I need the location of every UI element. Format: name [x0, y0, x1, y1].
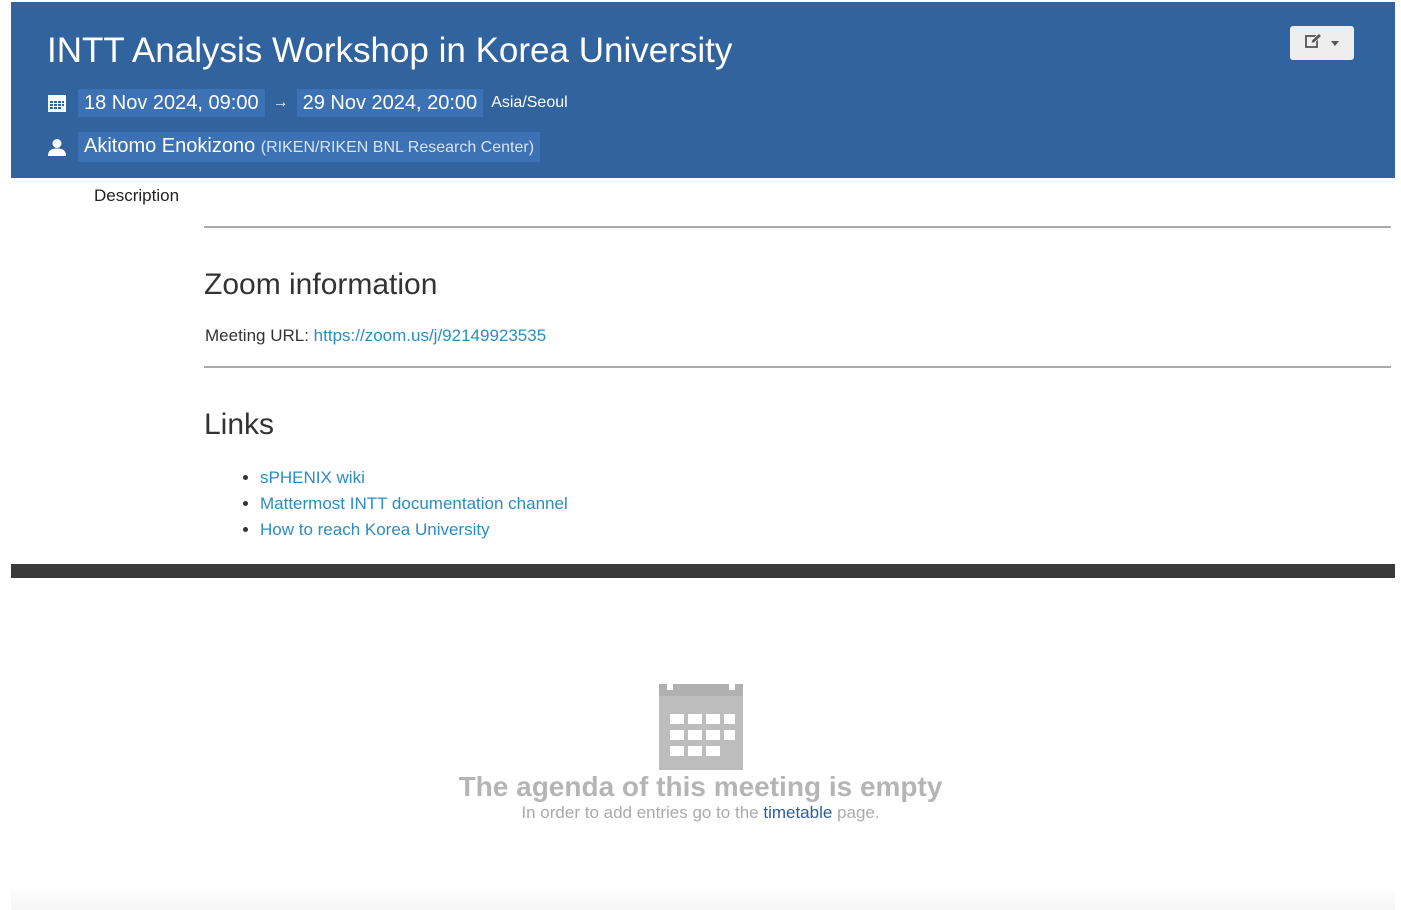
- zoom-heading: Zoom information: [204, 268, 438, 301]
- footer: [11, 885, 1395, 910]
- edit-button[interactable]: [1290, 26, 1354, 60]
- start-date: 18 Nov 2024, 09:00: [78, 89, 265, 117]
- meeting-url-link[interactable]: https://zoom.us/j/92149923535: [314, 326, 547, 345]
- empty-agenda-title: The agenda of this meeting is empty: [458, 771, 943, 802]
- timetable-link[interactable]: timetable: [763, 803, 832, 822]
- timezone: Asia/Seoul: [491, 94, 568, 111]
- chairperson-name: Akitomo Enokizono: [84, 135, 256, 157]
- calendar-icon: [47, 93, 67, 113]
- divider: [204, 226, 1391, 228]
- event-chairperson: Akitomo Enokizono (RIKEN/RIKEN BNL Resea…: [47, 132, 541, 162]
- sphenix-wiki-link[interactable]: sPHENIX wiki: [260, 468, 365, 487]
- meeting-url-line: Meeting URL: https://zoom.us/j/921499235…: [205, 325, 546, 347]
- meeting-url-label: Meeting URL:: [205, 326, 314, 345]
- event-header: INTT Analysis Workshop in Korea Universi…: [11, 2, 1395, 178]
- caret-down-icon: [1331, 40, 1339, 46]
- hint-suffix: page.: [832, 803, 880, 822]
- links-heading: Links: [204, 408, 275, 441]
- links-list: sPHENIX wiki Mattermost INTT documentati…: [204, 465, 568, 543]
- hint-prefix: In order to add entries go to the: [521, 803, 764, 822]
- event-title: INTT Analysis Workshop in Korea Universi…: [47, 31, 733, 70]
- list-item: How to reach Korea University: [260, 517, 568, 543]
- user-icon: [47, 137, 67, 157]
- end-date: 29 Nov 2024, 20:00: [296, 89, 484, 117]
- date-arrow: →: [272, 94, 289, 111]
- chairperson-pill: Akitomo Enokizono (RIKEN/RIKEN BNL Resea…: [78, 132, 541, 162]
- edit-icon: [1305, 32, 1323, 54]
- list-item: sPHENIX wiki: [260, 465, 568, 491]
- mattermost-channel-link[interactable]: Mattermost INTT documentation channel: [260, 494, 568, 513]
- calendar-icon: [658, 680, 743, 770]
- list-item: Mattermost INTT documentation channel: [260, 491, 568, 517]
- description-label: Description: [94, 186, 180, 205]
- chairperson-affiliation: (RIKEN/RIKEN BNL Research Center): [260, 139, 535, 156]
- divider: [204, 366, 1391, 368]
- event-dates: 18 Nov 2024, 09:00 → 29 Nov 2024, 20:00 …: [47, 89, 568, 117]
- korea-university-directions-link[interactable]: How to reach Korea University: [260, 520, 490, 539]
- event-page: INTT Analysis Workshop in Korea Universi…: [0, 0, 1401, 910]
- agenda-toolbar: [11, 564, 1395, 578]
- empty-agenda: The agenda of this meeting is empty In o…: [0, 680, 1401, 824]
- empty-agenda-hint: In order to add entries go to the timeta…: [0, 802, 1401, 824]
